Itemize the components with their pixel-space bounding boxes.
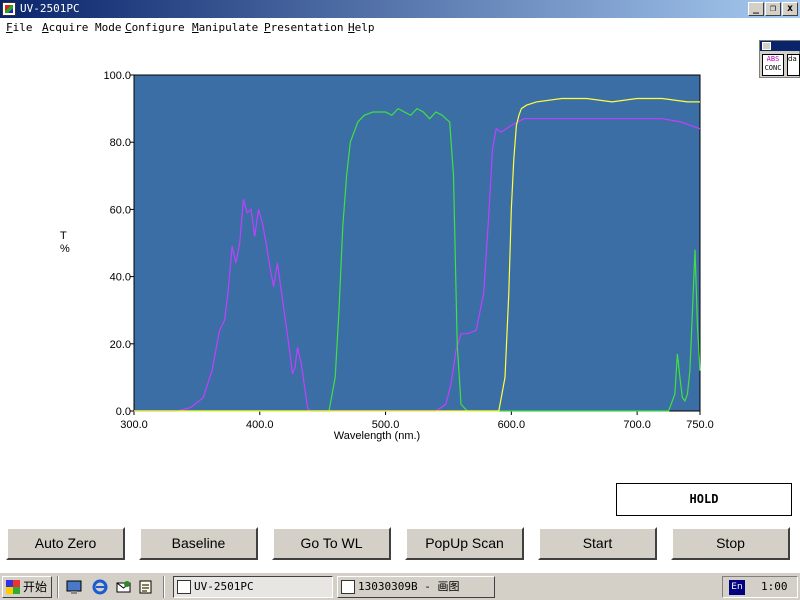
- data-mode-icon[interactable]: da: [787, 54, 800, 76]
- plot-area: [133, 74, 701, 412]
- toolbox-minimize-button[interactable]: [762, 42, 771, 50]
- restore-button[interactable]: ❐: [765, 2, 781, 16]
- outlook-express-icon[interactable]: [116, 579, 132, 595]
- app-icon[interactable]: [2, 2, 16, 16]
- menu-acquire-mode[interactable]: Acquire Mode: [42, 21, 121, 34]
- taskbar-separator: [163, 576, 165, 598]
- windows-logo-icon: [6, 580, 20, 594]
- menu-help[interactable]: Help: [348, 21, 375, 34]
- abs-conc-mode-icon[interactable]: ABS CONC: [762, 54, 784, 76]
- y-axis-label: %: [60, 243, 70, 255]
- y-tick-label: 40.0: [110, 272, 131, 284]
- task-label: 13030309B - 画图: [358, 580, 460, 593]
- menu-configure[interactable]: Configure: [125, 21, 185, 34]
- minimize-button[interactable]: _: [748, 2, 764, 16]
- y-tick-label: 60.0: [110, 204, 131, 216]
- window-title: UV-2501PC: [20, 2, 80, 15]
- menu-manipulate[interactable]: Manipulate: [192, 21, 258, 34]
- x-tick-label: 750.0: [686, 419, 714, 431]
- menu-bar: File Acquire Mode Configure Manipulate P…: [0, 19, 800, 37]
- start-label: 开始: [23, 580, 48, 594]
- y-axis-label: T: [60, 230, 67, 242]
- y-tick-label: 100.0: [103, 70, 131, 82]
- start-menu-button[interactable]: 开始: [2, 576, 52, 598]
- notepad-icon[interactable]: [138, 579, 154, 595]
- y-tick-label: 80.0: [110, 137, 131, 149]
- y-tick-label: 20.0: [110, 339, 131, 351]
- x-tick-label: 300.0: [120, 419, 148, 431]
- x-axis-label: Wavelength (nm.): [334, 430, 420, 442]
- taskbar-separator: [57, 576, 59, 598]
- clock[interactable]: 1:00: [761, 580, 788, 593]
- baseline-button[interactable]: Baseline: [139, 527, 258, 560]
- popup-scan-button[interactable]: PopUp Scan: [405, 527, 524, 560]
- abs-label: ABS: [766, 55, 780, 63]
- title-bar[interactable]: UV-2501PC _ ❐ x: [0, 0, 800, 18]
- internet-explorer-icon[interactable]: [92, 579, 108, 595]
- stop-button[interactable]: Stop: [671, 527, 790, 560]
- y-tick-label: 0.0: [116, 406, 131, 418]
- taskbar-task-paint[interactable]: 13030309B - 画图: [337, 576, 495, 598]
- spectrum-chart: 0.020.040.060.080.0100.0300.0 400.0 500.0 6…: [60, 70, 714, 442]
- task-label: UV-2501PC: [194, 580, 254, 593]
- x-tick-label: 600.0: [498, 419, 526, 431]
- close-button[interactable]: x: [782, 2, 798, 16]
- application-window: UV-2501PC _ ❐ x File Acquire Mode Config…: [0, 0, 800, 600]
- x-tick-label: 700.0: [623, 419, 651, 431]
- menu-presentation[interactable]: Presentation: [264, 21, 343, 34]
- conc-label: CONC: [764, 64, 782, 72]
- taskbar-task-uv2501pc[interactable]: UV-2501PC: [173, 576, 333, 598]
- show-desktop-icon[interactable]: [66, 579, 82, 595]
- data-mode-label: da: [788, 55, 797, 63]
- auto-zero-button[interactable]: Auto Zero: [6, 527, 125, 560]
- x-tick-label: 400.0: [246, 419, 274, 431]
- mode-toolbox: ABS CONC da: [759, 40, 800, 78]
- menu-file[interactable]: File: [6, 21, 33, 34]
- start-button[interactable]: Start: [538, 527, 657, 560]
- uv2501pc-task-icon: [177, 580, 191, 594]
- system-tray: En 1:00: [722, 576, 798, 598]
- language-indicator[interactable]: En: [729, 580, 745, 595]
- go-to-wl-button[interactable]: Go To WL: [272, 527, 391, 560]
- paint-task-icon: [341, 580, 355, 594]
- hold-status: HOLD: [616, 483, 792, 516]
- taskbar: 开始 UV-2501PC 13030309B - 画图 En 1:00: [0, 572, 800, 600]
